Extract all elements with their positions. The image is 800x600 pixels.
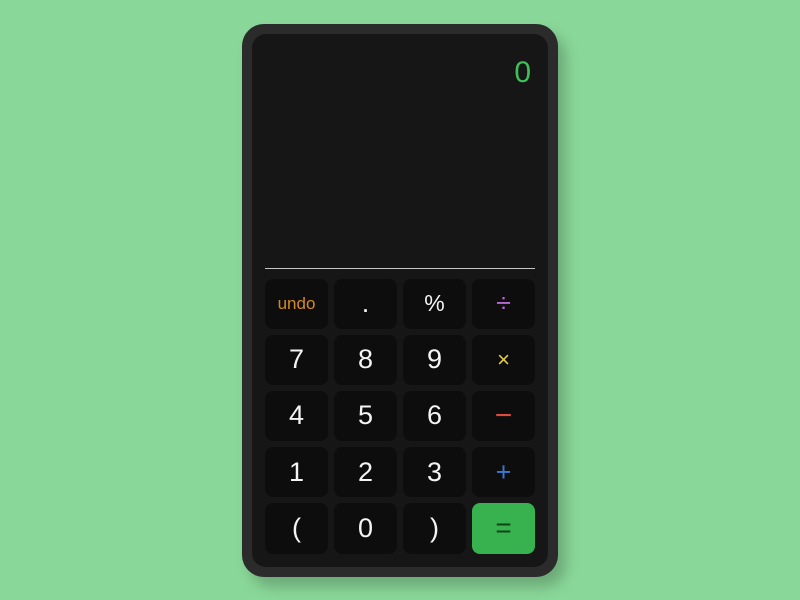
close-paren-button[interactable]: ) — [403, 503, 466, 553]
keypad: undo . % ÷ 7 8 9 × 4 5 6 − 1 2 3 + ( 0 )… — [265, 279, 535, 554]
digit-7-button[interactable]: 7 — [265, 335, 328, 385]
digit-1-button[interactable]: 1 — [265, 447, 328, 497]
undo-button[interactable]: undo — [265, 279, 328, 329]
calculator-panel: 0 undo . % ÷ 7 8 9 × 4 5 6 − 1 2 3 + ( 0… — [252, 34, 548, 567]
multiply-button[interactable]: × — [472, 335, 535, 385]
digit-4-button[interactable]: 4 — [265, 391, 328, 441]
divide-button[interactable]: ÷ — [472, 279, 535, 329]
display-value: 0 — [514, 56, 531, 90]
digit-3-button[interactable]: 3 — [403, 447, 466, 497]
display-area: 0 — [265, 48, 535, 269]
calculator-device: 0 undo . % ÷ 7 8 9 × 4 5 6 − 1 2 3 + ( 0… — [242, 24, 558, 577]
digit-0-button[interactable]: 0 — [334, 503, 397, 553]
digit-6-button[interactable]: 6 — [403, 391, 466, 441]
digit-2-button[interactable]: 2 — [334, 447, 397, 497]
decimal-button[interactable]: . — [334, 279, 397, 329]
digit-5-button[interactable]: 5 — [334, 391, 397, 441]
digit-9-button[interactable]: 9 — [403, 335, 466, 385]
equals-button[interactable]: = — [472, 503, 535, 553]
open-paren-button[interactable]: ( — [265, 503, 328, 553]
plus-button[interactable]: + — [472, 447, 535, 497]
percent-button[interactable]: % — [403, 279, 466, 329]
digit-8-button[interactable]: 8 — [334, 335, 397, 385]
minus-button[interactable]: − — [472, 391, 535, 441]
